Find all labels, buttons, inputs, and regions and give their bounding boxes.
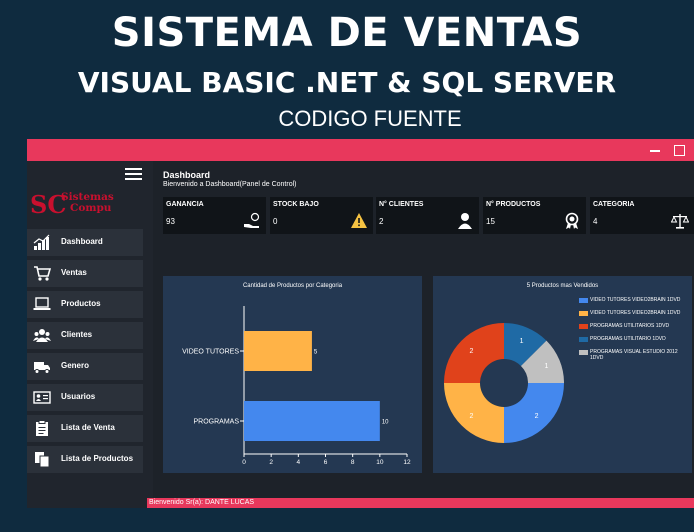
card-categoria: CATEGORIA 4 [590,197,694,234]
sidebar-item-genero[interactable]: Genero [27,353,143,380]
card-stock-bajo: STOCK BAJO 0 [270,197,373,234]
scale-icon [671,214,689,229]
bar-chart-panel: Cantidad de Productos por Categoria VIDE… [163,276,422,473]
category-label: VIDEO TUTORES [182,349,239,356]
laptop-icon [33,297,51,310]
bar [244,401,380,441]
card-title: N° PRODUCTOS [486,201,541,208]
sidebar-item-label: Dashboard [61,237,103,246]
legend-label: VIDEO TUTORES VIDEO2BRAIN 1DVD [590,310,681,316]
status-bar: Bienvenido Sr(a): DANTE LUCAS [147,498,694,508]
sidebar-item-label: Genero [61,361,90,370]
user-icon [458,213,472,229]
x-tick-label: 12 [403,459,411,466]
page-title: Dashboard [163,170,211,180]
x-tick-label: 4 [297,459,301,466]
legend-swatch [579,311,588,316]
users-icon [33,329,51,342]
sidebar-item-label: Lista de Productos [61,454,134,463]
bar-chart-icon [33,234,50,250]
legend-label: PROGRAMAS UTILITARIOS 1DVD [590,323,670,329]
warning-icon [351,213,367,228]
promo-title: SISTEMA DE VENTAS [111,10,583,56]
legend-swatch [579,350,588,355]
minimize-button[interactable] [648,143,662,157]
legend-label: VIDEO TUTORES VIDEO2BRAIN 1DVD [590,297,681,303]
card-value: 93 [166,217,175,226]
donut-slice [444,383,504,443]
donut-chart-panel: 5 Productos mas Vendidos 11222 VIDEO TUT… [433,276,692,473]
card-n-clientes: N° CLIENTES 2 [376,197,479,234]
card-ganancia: GANANCIA 93 [163,197,266,234]
truck-icon [34,362,50,374]
sidebar-item-label: Ventas [61,268,87,277]
brand-logo: SC Sistemas Compu [30,190,142,219]
title-bar [27,139,694,161]
sidebar-item-label: Clientes [61,330,93,339]
card-value: 4 [593,217,598,226]
slice-data-label: 2 [535,413,539,420]
sidebar-item-lista-de-venta[interactable]: Lista de Venta [27,415,143,442]
promo-code-label: CODIGO FUENTE [278,106,462,131]
card-title: CATEGORIA [593,201,635,208]
card-title: N° CLIENTES [379,201,424,208]
hamburger-menu-icon[interactable] [125,168,142,180]
category-label: PROGRAMAS [193,419,239,426]
legend-swatch [579,337,588,342]
legend-swatch [579,324,588,329]
sidebar-item-label: Lista de Venta [61,423,115,432]
status-text: Bienvenido Sr(a): DANTE LUCAS [149,499,255,506]
legend-label: PROGRAMAS UTILITARIO 1DVD [590,336,666,342]
slice-data-label: 1 [520,338,524,345]
card-value: 2 [379,217,384,226]
card-title: STOCK BAJO [273,201,319,208]
promo-subtitle: VISUAL BASIC .NET & SQL SERVER [77,66,617,99]
x-tick-label: 2 [269,459,273,466]
clipboard-icon [36,420,48,436]
maximize-button[interactable] [672,143,686,157]
money-hand-icon [244,212,260,228]
id-card-icon [33,391,51,404]
card-title: GANANCIA [166,201,204,208]
sidebar-item-label: Usuarios [61,392,96,401]
slice-data-label: 2 [470,348,474,355]
donut-slice [444,323,504,383]
legend-swatch [579,298,588,303]
bar-data-label: 10 [382,420,389,426]
bar-chart: VIDEO TUTORES 5 PROGRAMAS 10 0 2 4 6 8 10 12 [182,306,411,466]
card-value: 0 [273,217,278,226]
sidebar-item-usuarios[interactable]: Usuarios [27,384,143,411]
legend-label: PROGRAMAS VISUAL ESTUDIO 2012 1DVD [590,349,678,361]
sidebar-item-productos[interactable]: Productos [27,291,143,318]
x-tick-label: 6 [324,459,328,466]
page-subtitle: Bienvenido a Dashboard(Panel de Control) [163,181,297,188]
bar [244,331,312,371]
sidebar-item-lista-de-productos[interactable]: Lista de Productos [27,446,143,473]
sidebar-item-ventas[interactable]: Ventas [27,260,143,287]
main-content: Dashboard Bienvenido a Dashboard(Panel d… [153,161,694,503]
donut-chart: 1 1 2 2 2 [444,323,564,443]
slice-data-label: 1 [545,363,549,370]
slice-data-label: 2 [470,413,474,420]
app-window: SC Sistemas Compu Dashboard Ventas Produ… [27,139,694,508]
card-value: 15 [486,217,495,226]
x-tick-label: 10 [376,459,384,466]
cart-icon [34,266,51,281]
x-tick-label: 0 [242,459,246,466]
logo-line-2: Compu [70,202,112,214]
sidebar-item-label: Productos [61,299,101,308]
sidebar-item-clientes[interactable]: Clientes [27,322,143,349]
sidebar-item-dashboard[interactable]: Dashboard [27,229,143,256]
award-icon [565,212,579,229]
bar-data-label: 5 [314,350,318,356]
documents-icon [35,452,50,468]
card-n-productos: N° PRODUCTOS 15 [483,197,586,234]
x-tick-label: 8 [351,459,355,466]
sidebar: SC Sistemas Compu Dashboard Ventas Produ… [27,161,147,503]
